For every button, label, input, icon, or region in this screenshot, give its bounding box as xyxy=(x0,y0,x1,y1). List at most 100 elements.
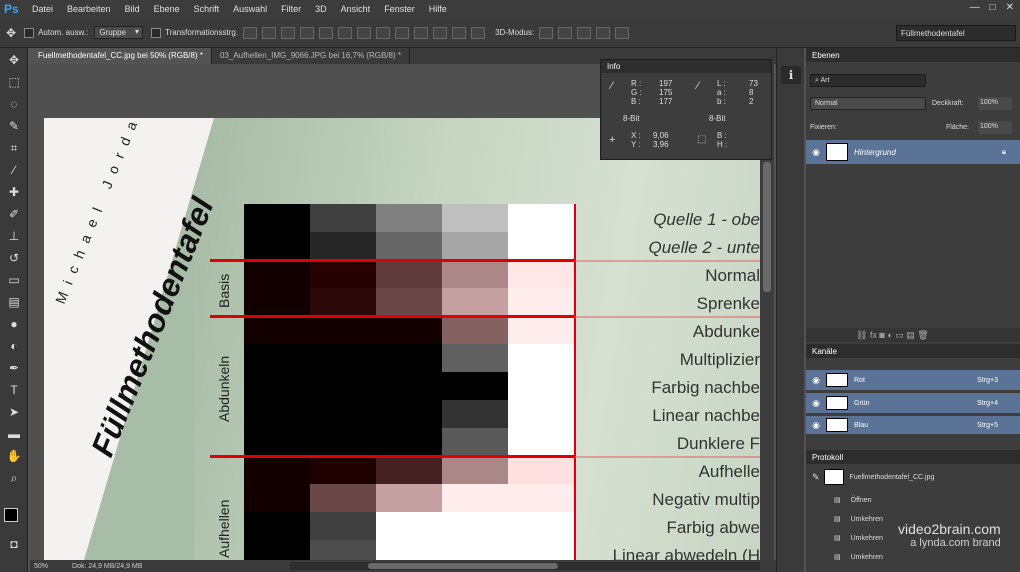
menu-bearbeiten[interactable]: Bearbeiten xyxy=(67,4,111,14)
history-item[interactable]: ▤ Umkehren xyxy=(806,547,1020,567)
distribute-center-icon[interactable] xyxy=(433,26,448,39)
slide-3d-icon[interactable] xyxy=(596,26,611,39)
menu-bild[interactable]: Bild xyxy=(125,4,140,14)
gradient-tool-icon[interactable]: ▤ xyxy=(4,292,24,312)
auto-select-checkbox[interactable] xyxy=(24,27,35,38)
marquee-tool-icon[interactable]: ⬚ xyxy=(4,72,24,92)
brush-tool-icon[interactable]: ✐ xyxy=(4,204,24,224)
workspace-dropdown[interactable]: Füllmethodentafel xyxy=(896,25,1016,41)
fill-input[interactable]: 100% xyxy=(978,121,1012,134)
distribute-middle-icon[interactable] xyxy=(376,26,391,39)
stamp-tool-icon[interactable]: ⊥ xyxy=(4,226,24,246)
layer-row-hintergrund[interactable]: ◉ Hintergrund 🔒︎ xyxy=(806,140,1020,164)
history-brush-icon[interactable]: ↺ xyxy=(4,248,24,268)
scale-3d-icon[interactable] xyxy=(615,26,630,39)
quick-mask-icon[interactable]: ◘ xyxy=(4,534,24,554)
maximize-button[interactable]: □ xyxy=(990,2,996,13)
opacity-input[interactable]: 100% xyxy=(978,97,1012,110)
menu-hilfe[interactable]: Hilfe xyxy=(429,4,447,14)
layer-name[interactable]: Hintergrund xyxy=(854,148,896,157)
quick-select-tool-icon[interactable]: ✎ xyxy=(4,116,24,136)
layers-footer-icons[interactable]: ⛓ fx ◙ ◐ ▭ ▤ 🗑︎ xyxy=(806,328,1020,342)
menu-datei[interactable]: Datei xyxy=(32,4,53,14)
move-tool-icon: ✥ xyxy=(6,25,17,40)
move-tool-icon[interactable]: ✥ xyxy=(4,50,24,70)
menu-ansicht[interactable]: Ansicht xyxy=(341,4,371,14)
eyedropper-tool-icon[interactable]: ⁄ xyxy=(4,160,24,180)
channel-thumbnail xyxy=(826,373,848,387)
horizontal-scrollbar[interactable] xyxy=(290,562,760,570)
pan-3d-icon[interactable] xyxy=(577,26,592,39)
align-center-icon[interactable] xyxy=(319,26,334,39)
channel-row-rot[interactable]: ◉ Rot Strg+3 xyxy=(806,370,1020,390)
menu-ebene[interactable]: Ebene xyxy=(154,4,180,14)
zoom-tool-icon[interactable]: ⌕ xyxy=(4,468,24,488)
shape-tool-icon[interactable]: ▬ xyxy=(4,424,24,444)
history-panel-title[interactable]: Protokoll xyxy=(806,450,1020,464)
visibility-eye-icon[interactable]: ◉ xyxy=(810,147,822,158)
horizontal-scroll-thumb[interactable] xyxy=(368,563,558,569)
crop-tool-icon[interactable]: ⌗ xyxy=(4,138,24,158)
history-snapshot[interactable]: ✎ Fuellmethodentafel_CC.jpg xyxy=(806,466,1020,488)
lasso-tool-icon[interactable]: ◌ xyxy=(4,94,24,114)
info-panel-title[interactable]: Info xyxy=(601,60,771,73)
menu-fenster[interactable]: Fenster xyxy=(384,4,415,14)
align-top-icon[interactable] xyxy=(243,26,258,39)
blend-swatch-cell xyxy=(376,344,442,372)
blend-swatch-cell xyxy=(244,428,310,456)
close-button[interactable]: ✕ xyxy=(1006,2,1014,13)
history-step-label: Umkehren xyxy=(850,515,883,523)
layer-filter-dropdown[interactable]: ⌕ Art xyxy=(810,74,926,87)
menu-schrift[interactable]: Schrift xyxy=(194,4,220,14)
tab-aufhellen[interactable]: 03_Aufhellen_IMG_9066.JPG bei 16,7% (RGB… xyxy=(212,48,410,64)
red-divider-fade xyxy=(574,260,760,262)
blend-swatch-cell xyxy=(376,232,442,260)
history-brush-icon[interactable]: ✎ xyxy=(812,472,820,483)
document-canvas[interactable]: Michael Jordans Füllmethodentafel Basis … xyxy=(44,118,760,560)
minimize-button[interactable]: — xyxy=(970,2,980,13)
align-left-icon[interactable] xyxy=(300,26,315,39)
menu-3d[interactable]: 3D xyxy=(315,4,327,14)
pen-tool-icon[interactable]: ✒ xyxy=(4,358,24,378)
visibility-eye-icon[interactable]: ◉ xyxy=(810,420,822,431)
visibility-eye-icon[interactable]: ◉ xyxy=(810,398,822,409)
auto-align-icon[interactable] xyxy=(471,26,486,39)
align-right-icon[interactable] xyxy=(338,26,353,39)
channels-panel-title[interactable]: Kanäle xyxy=(806,344,1020,358)
tools-panel: ✥ ⬚ ◌ ✎ ⌗ ⁄ ✚ ✐ ⊥ ↺ ▭ ▤ ● ◐ ✒ T ➤ ▬ ✋ ⌕ … xyxy=(0,48,28,572)
rotate-3d-icon[interactable] xyxy=(539,26,554,39)
type-tool-icon[interactable]: T xyxy=(4,380,24,400)
vertical-scroll-thumb[interactable] xyxy=(763,162,771,292)
zoom-level[interactable]: 50% xyxy=(34,563,48,570)
roll-3d-icon[interactable] xyxy=(558,26,573,39)
menu-auswahl[interactable]: Auswahl xyxy=(233,4,267,14)
layers-panel-title[interactable]: Ebenen xyxy=(806,48,1020,62)
eraser-tool-icon[interactable]: ▭ xyxy=(4,270,24,290)
distribute-top-icon[interactable] xyxy=(357,26,372,39)
dodge-tool-icon[interactable]: ◐ xyxy=(4,336,24,356)
blur-tool-icon[interactable]: ● xyxy=(4,314,24,334)
channel-row-blau[interactable]: ◉ Blau Strg+5 xyxy=(806,416,1020,434)
blend-swatch-cell xyxy=(310,428,376,456)
transform-checkbox[interactable] xyxy=(151,27,161,38)
blend-mode-dropdown[interactable]: Normal xyxy=(810,97,926,110)
channel-row-gruen[interactable]: ◉ Grün Strg+4 xyxy=(806,393,1020,413)
history-item[interactable]: ▤ Öffnen xyxy=(806,490,1020,510)
healing-tool-icon[interactable]: ✚ xyxy=(4,182,24,202)
foreground-color-swatch[interactable] xyxy=(4,508,18,522)
hand-tool-icon[interactable]: ✋ xyxy=(4,446,24,466)
align-middle-icon[interactable] xyxy=(262,26,277,39)
blend-swatch-cell xyxy=(310,316,376,344)
blend-swatch-cell xyxy=(244,512,310,540)
info-panel-icon[interactable]: ℹ xyxy=(781,66,801,84)
auto-select-dropdown[interactable]: Gruppe xyxy=(94,26,143,39)
tab-fuellmethodentafel[interactable]: Fuellmethodentafel_CC.jpg bei 50% (RGB/8… xyxy=(30,48,212,64)
distribute-bottom-icon[interactable] xyxy=(395,26,410,39)
distribute-right-icon[interactable] xyxy=(452,26,467,39)
path-select-tool-icon[interactable]: ➤ xyxy=(4,402,24,422)
distribute-left-icon[interactable] xyxy=(414,26,429,39)
align-bottom-icon[interactable] xyxy=(281,26,296,39)
menu-filter[interactable]: Filter xyxy=(281,4,301,14)
blend-swatch-cell xyxy=(442,512,508,540)
visibility-eye-icon[interactable]: ◉ xyxy=(810,375,822,386)
